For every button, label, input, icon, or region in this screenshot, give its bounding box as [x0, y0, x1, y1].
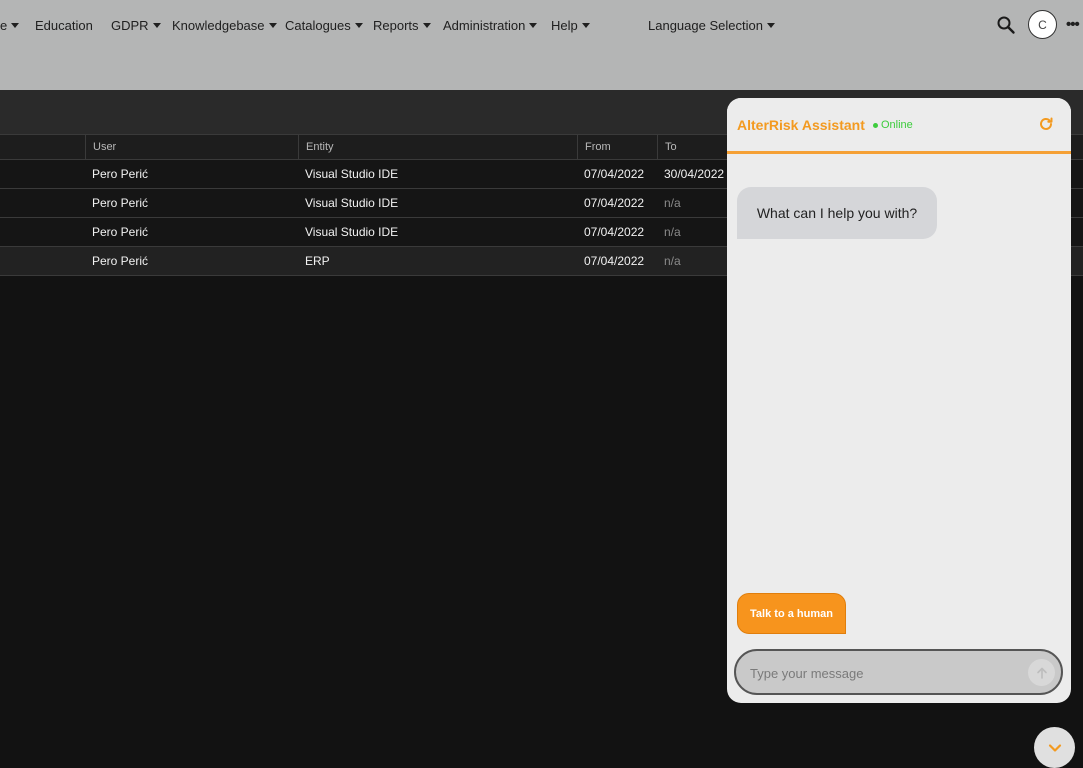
- send-button[interactable]: [1028, 659, 1055, 686]
- cell-user: Pero Perić: [92, 225, 149, 239]
- refresh-icon[interactable]: [1038, 116, 1054, 132]
- nav-item-gdpr[interactable]: GDPR: [111, 17, 161, 33]
- cell-from: 07/04/2022: [584, 225, 645, 239]
- cell-entity: Visual Studio IDE: [305, 196, 399, 210]
- cell-to: 30/04/2022: [664, 167, 725, 181]
- nav-item-help[interactable]: Help: [551, 17, 590, 33]
- caret-down-icon: [529, 22, 538, 28]
- caret-down-icon: [422, 22, 431, 28]
- status-dot-icon: [873, 122, 878, 128]
- bot-message-bubble: What can I help you with?: [737, 187, 937, 239]
- cell-to: n/a: [664, 196, 681, 210]
- nav-item-label: Education: [35, 17, 93, 33]
- more-horizontal-icon[interactable]: •••: [1066, 17, 1083, 32]
- nav-item-administration[interactable]: Administration: [443, 17, 538, 33]
- caret-down-icon: [766, 22, 775, 28]
- caret-down-icon: [152, 22, 161, 28]
- chat-header: AlterRisk Assistant Online: [727, 98, 1071, 154]
- user-avatar[interactable]: C: [1028, 10, 1057, 39]
- arrow-up-icon: [1036, 667, 1047, 679]
- column-header-to[interactable]: To: [657, 135, 737, 160]
- caret-down-icon: [354, 22, 363, 28]
- nav-item-knowledgebase[interactable]: Knowledgebase: [172, 17, 277, 33]
- talk-to-human-button[interactable]: Talk to a human: [737, 593, 846, 634]
- caret-down-icon: [581, 22, 590, 28]
- nav-item-label: e: [0, 17, 8, 33]
- cell-user: Pero Perić: [92, 167, 149, 181]
- cell-entity: Visual Studio IDE: [305, 167, 399, 181]
- column-header-from[interactable]: From: [577, 135, 657, 160]
- chat-assistant-panel: AlterRisk Assistant Online What can I he…: [727, 98, 1071, 703]
- language-selection-dropdown[interactable]: Language Selection: [648, 17, 775, 33]
- nav-item-education[interactable]: Education: [35, 17, 93, 33]
- nav-item-catalogues[interactable]: Catalogues: [285, 17, 363, 33]
- top-navigation-bar: e Education GDPR Knowledgebase Catalogue…: [0, 0, 1083, 90]
- nav-item-label: GDPR: [111, 17, 149, 33]
- caret-down-icon: [11, 22, 20, 28]
- online-status-label: Online: [881, 119, 913, 131]
- cell-entity: ERP: [305, 254, 330, 268]
- chevron-down-icon: [1048, 743, 1061, 752]
- chat-title: AlterRisk Assistant: [737, 117, 865, 133]
- cell-to: n/a: [664, 254, 681, 268]
- online-status: Online: [873, 119, 913, 131]
- cell-entity: Visual Studio IDE: [305, 225, 399, 239]
- cell-from: 07/04/2022: [584, 167, 645, 181]
- cell-from: 07/04/2022: [584, 254, 645, 268]
- nav-item-truncated[interactable]: e: [0, 17, 20, 33]
- nav-item-reports[interactable]: Reports: [373, 17, 431, 33]
- cell-user: Pero Perić: [92, 196, 149, 210]
- nav-item-label: Knowledgebase: [172, 17, 265, 33]
- language-selection-label: Language Selection: [648, 17, 763, 33]
- nav-item-label: Administration: [443, 17, 526, 33]
- cell-to: n/a: [664, 225, 681, 239]
- cell-from: 07/04/2022: [584, 196, 645, 210]
- nav-item-label: Help: [551, 17, 578, 33]
- column-header-entity[interactable]: Entity: [298, 135, 577, 160]
- caret-down-icon: [268, 22, 277, 28]
- search-icon[interactable]: [996, 15, 1016, 35]
- collapse-chat-button[interactable]: [1034, 727, 1075, 768]
- cell-user: Pero Perić: [92, 254, 149, 268]
- column-header-user[interactable]: User: [85, 135, 298, 160]
- message-composer: [734, 649, 1063, 695]
- avatar-initial: C: [1038, 17, 1047, 32]
- nav-item-label: Catalogues: [285, 17, 351, 33]
- nav-item-label: Reports: [373, 17, 419, 33]
- message-input[interactable]: [750, 663, 1020, 683]
